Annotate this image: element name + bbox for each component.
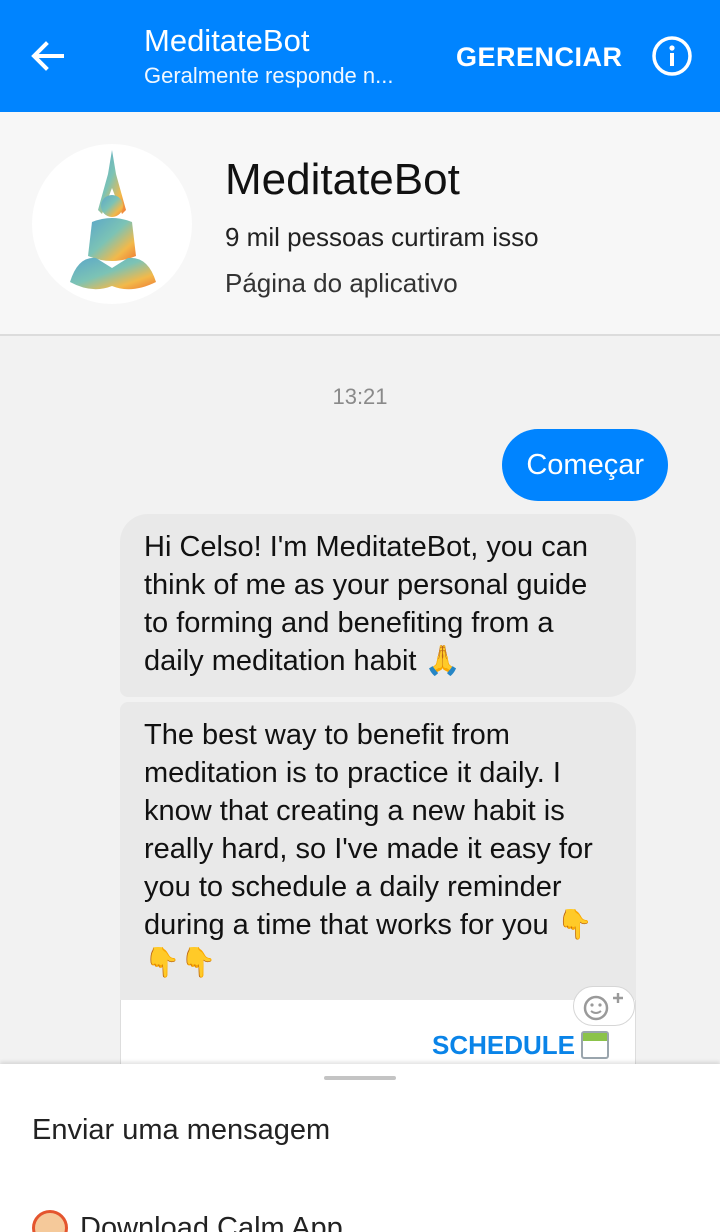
app-bar: MeditateBot Geralmente responde n... GER…: [0, 0, 720, 112]
message-input[interactable]: Enviar uma mensagem: [32, 1108, 330, 1152]
info-icon: [652, 36, 692, 76]
outgoing-message[interactable]: Começar: [502, 429, 668, 501]
info-button[interactable]: [646, 30, 698, 82]
persistent-menu-item-download-calm[interactable]: Download Calm App: [32, 1204, 343, 1232]
sheet-drag-handle[interactable]: [324, 1076, 396, 1080]
add-reaction-icon: [583, 993, 623, 1021]
conversation-title: MeditateBot: [144, 23, 310, 58]
back-button[interactable]: [18, 30, 78, 82]
meditation-logo-avatar: [32, 144, 192, 304]
conversation-subtitle: Geralmente responde n...: [144, 63, 394, 88]
incoming-message: Hi Celso! I'm MeditateBot, you can think…: [120, 514, 636, 697]
menu-item-label: Download Calm App: [80, 1211, 343, 1232]
person-emoji-icon: [32, 1210, 68, 1232]
page-profile-header: MeditateBot 9 mil pessoas curtiram isso …: [0, 112, 720, 336]
message-timestamp: 13:21: [332, 384, 388, 409]
conversation-title-group[interactable]: MeditateBot Geralmente responde n...: [144, 22, 434, 92]
schedule-button[interactable]: SCHEDULE: [432, 1028, 609, 1062]
bottom-sheet: Enviar uma mensagem Download Calm App: [0, 1064, 720, 1232]
arrow-left-icon: [31, 41, 64, 71]
meditation-figure-icon: [70, 150, 156, 290]
incoming-message: The best way to benefit from meditation …: [120, 702, 636, 1002]
calendar-icon: [581, 1031, 609, 1059]
page-likes: 9 mil pessoas curtiram isso: [225, 222, 539, 252]
add-reaction-button[interactable]: [573, 986, 635, 1026]
schedule-button-label: SCHEDULE: [431, 1030, 575, 1060]
page-name: MeditateBot: [225, 155, 460, 204]
manage-button[interactable]: GERENCIAR: [456, 38, 623, 76]
page-category: Página do aplicativo: [225, 268, 458, 298]
